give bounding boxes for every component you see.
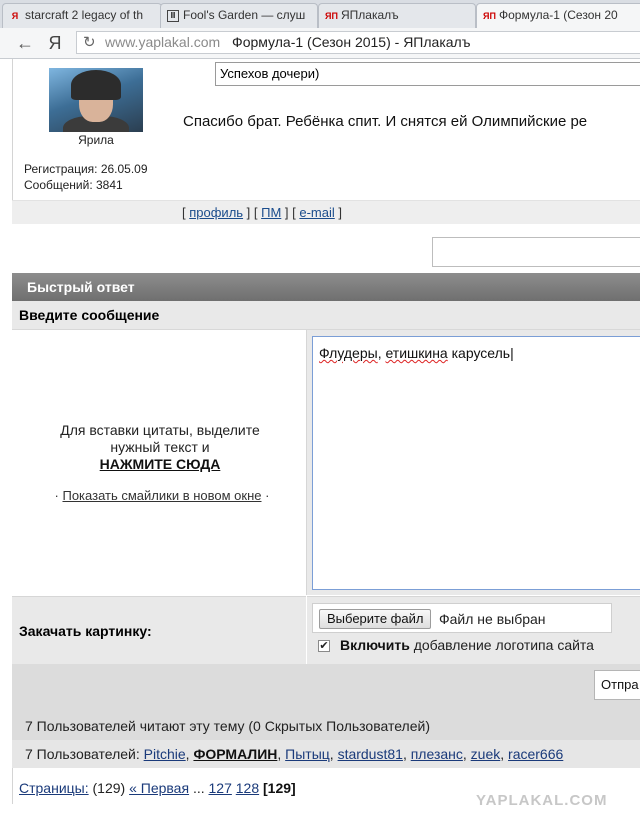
bullet: ·: [261, 488, 270, 503]
file-status: Файл не выбран: [439, 611, 546, 627]
page-128-link[interactable]: 128: [236, 780, 259, 796]
bracket: ] [: [243, 205, 262, 220]
checkbox-bold-text: Включить: [340, 637, 410, 653]
ellipsis: ...: [189, 780, 209, 796]
avatar[interactable]: [49, 68, 143, 132]
first-page-link[interactable]: « Первая: [129, 780, 189, 796]
user-link[interactable]: Pitchie: [144, 746, 186, 762]
choose-file-button[interactable]: Выберите файл: [319, 609, 432, 629]
insert-quote-button[interactable]: НАЖМИТЕ СЮДА: [40, 456, 280, 473]
message-textarea[interactable]: Флудеры, етишкина карусель|: [312, 336, 640, 590]
url-page-title: Формула-1 (Сезон 2015) - ЯПлакалъ: [232, 34, 471, 50]
yandex-favicon-icon: Я: [11, 11, 19, 21]
show-smiles-link[interactable]: Показать смайлики в новом окне: [62, 488, 261, 503]
separator: ,: [462, 746, 471, 762]
post-links: [ профиль ] [ ПМ ] [ e-mail ]: [182, 205, 342, 220]
separator: ,: [500, 746, 509, 762]
tab-label: ЯПлакалъ: [341, 8, 399, 22]
send-row: [12, 664, 640, 704]
user-link[interactable]: racer666: [508, 746, 563, 762]
send-button[interactable]: Отпра: [594, 670, 640, 700]
yaplakal-favicon-icon: ЯП: [325, 11, 338, 21]
avatar-helmet: [71, 70, 121, 100]
message-word: карусель: [447, 345, 511, 361]
readers-summary: 7 Пользователей читают эту тему (0 Скрыт…: [25, 718, 430, 734]
readers-summary-row: 7 Пользователей читают эту тему (0 Скрыт…: [12, 704, 640, 740]
pm-link[interactable]: ПМ: [261, 205, 281, 220]
tab-fools-garden[interactable]: II Fool's Garden — слуш: [160, 3, 318, 28]
hint-line-1: Для вставки цитаты, выделите: [60, 422, 260, 438]
pause-favicon-icon: II: [167, 10, 179, 22]
frame-border: [12, 59, 13, 204]
address-bar: ← Я ↻ www.yaplakal.com Формула-1 (Сезон …: [0, 28, 640, 59]
post-links-row: [ профиль ] [ ПМ ] [ e-mail ]: [12, 200, 640, 225]
message-word: Флудеры: [319, 345, 378, 361]
smiles-row: · Показать смайлики в новом окне ·: [37, 488, 287, 503]
user-link[interactable]: плезанс: [411, 746, 463, 762]
readers-users-row: 7 Пользователей: Pitchie, ФОРМАЛИН, Пыты…: [12, 740, 640, 768]
separator: ,: [329, 746, 338, 762]
user-info: Регистрация: 26.05.09 Сообщений: 3841: [24, 161, 148, 193]
user-link[interactable]: Пытыц: [285, 746, 330, 762]
enter-message-label: Введите сообщение: [12, 301, 640, 330]
search-input[interactable]: [432, 237, 640, 267]
users-prefix: 7 Пользователей:: [25, 746, 144, 762]
registration-date: Регистрация: 26.05.09: [24, 162, 148, 176]
quote-hint: Для вставки цитаты, выделите нужный текс…: [40, 422, 280, 473]
quick-reply-header: Быстрый ответ: [12, 273, 640, 301]
post-username: Ярила: [78, 133, 114, 147]
tab-formula1[interactable]: ЯП Формула-1 (Сезон 20: [476, 3, 640, 28]
tab-yaplakal[interactable]: ЯП ЯПлакалъ: [318, 3, 476, 28]
hint-line-2: нужный текст и: [110, 439, 210, 455]
tab-label: Fool's Garden — слуш: [183, 8, 306, 22]
bracket: ]: [334, 205, 343, 220]
tab-label: Формула-1 (Сезон 20: [499, 8, 618, 22]
user-link[interactable]: stardust81: [338, 746, 403, 762]
reload-icon[interactable]: ↻: [83, 32, 96, 53]
upload-label-cell: Закачать картинку:: [12, 596, 306, 665]
site-watermark: YAPLAKAL.COM: [476, 792, 608, 809]
browser-tab-bar: Я starcraft 2 legacy of th II Fool's Gar…: [0, 0, 640, 29]
page-count: (129): [88, 780, 130, 796]
quote-title-box: Успехов дочери): [215, 62, 640, 86]
profile-link[interactable]: профиль: [189, 205, 243, 220]
upload-label: Закачать картинку:: [19, 623, 152, 639]
email-link[interactable]: e-mail: [299, 205, 334, 220]
separator: ,: [277, 746, 286, 762]
logo-checkbox[interactable]: ✔: [318, 640, 330, 652]
pagination: Страницы: (129) « Первая ... 127 128 [12…: [19, 780, 296, 796]
user-link[interactable]: zuek: [471, 746, 501, 762]
logo-checkbox-label: Включить добавление логотипа сайта: [340, 637, 594, 653]
current-page: [129]: [263, 780, 296, 796]
bracket: ] [: [281, 205, 300, 220]
page-127-link[interactable]: 127: [209, 780, 232, 796]
yandex-logo-icon[interactable]: Я: [44, 32, 66, 54]
back-arrow-icon[interactable]: ←: [14, 32, 36, 54]
post-text: Спасибо брат. Ребёнка спит. И снятся ей …: [183, 113, 588, 130]
tab-starcraft[interactable]: Я starcraft 2 legacy of th: [2, 3, 162, 28]
message-word: етишкина: [385, 345, 448, 361]
readers-users: 7 Пользователей: Pitchie, ФОРМАЛИН, Пыты…: [25, 746, 563, 762]
checkbox-rest-text: добавление логотипа сайта: [409, 637, 594, 653]
url-field[interactable]: ↻ www.yaplakal.com Формула-1 (Сезон 2015…: [76, 31, 640, 54]
message-count: Сообщений: 3841: [24, 178, 123, 192]
tab-label: starcraft 2 legacy of th: [25, 8, 144, 22]
yaplakal-favicon-icon: ЯП: [483, 11, 496, 21]
pages-label-link[interactable]: Страницы:: [19, 780, 89, 796]
url-host: www.yaplakal.com: [105, 34, 221, 50]
separator: ,: [402, 746, 411, 762]
user-link[interactable]: ФОРМАЛИН: [193, 746, 277, 762]
